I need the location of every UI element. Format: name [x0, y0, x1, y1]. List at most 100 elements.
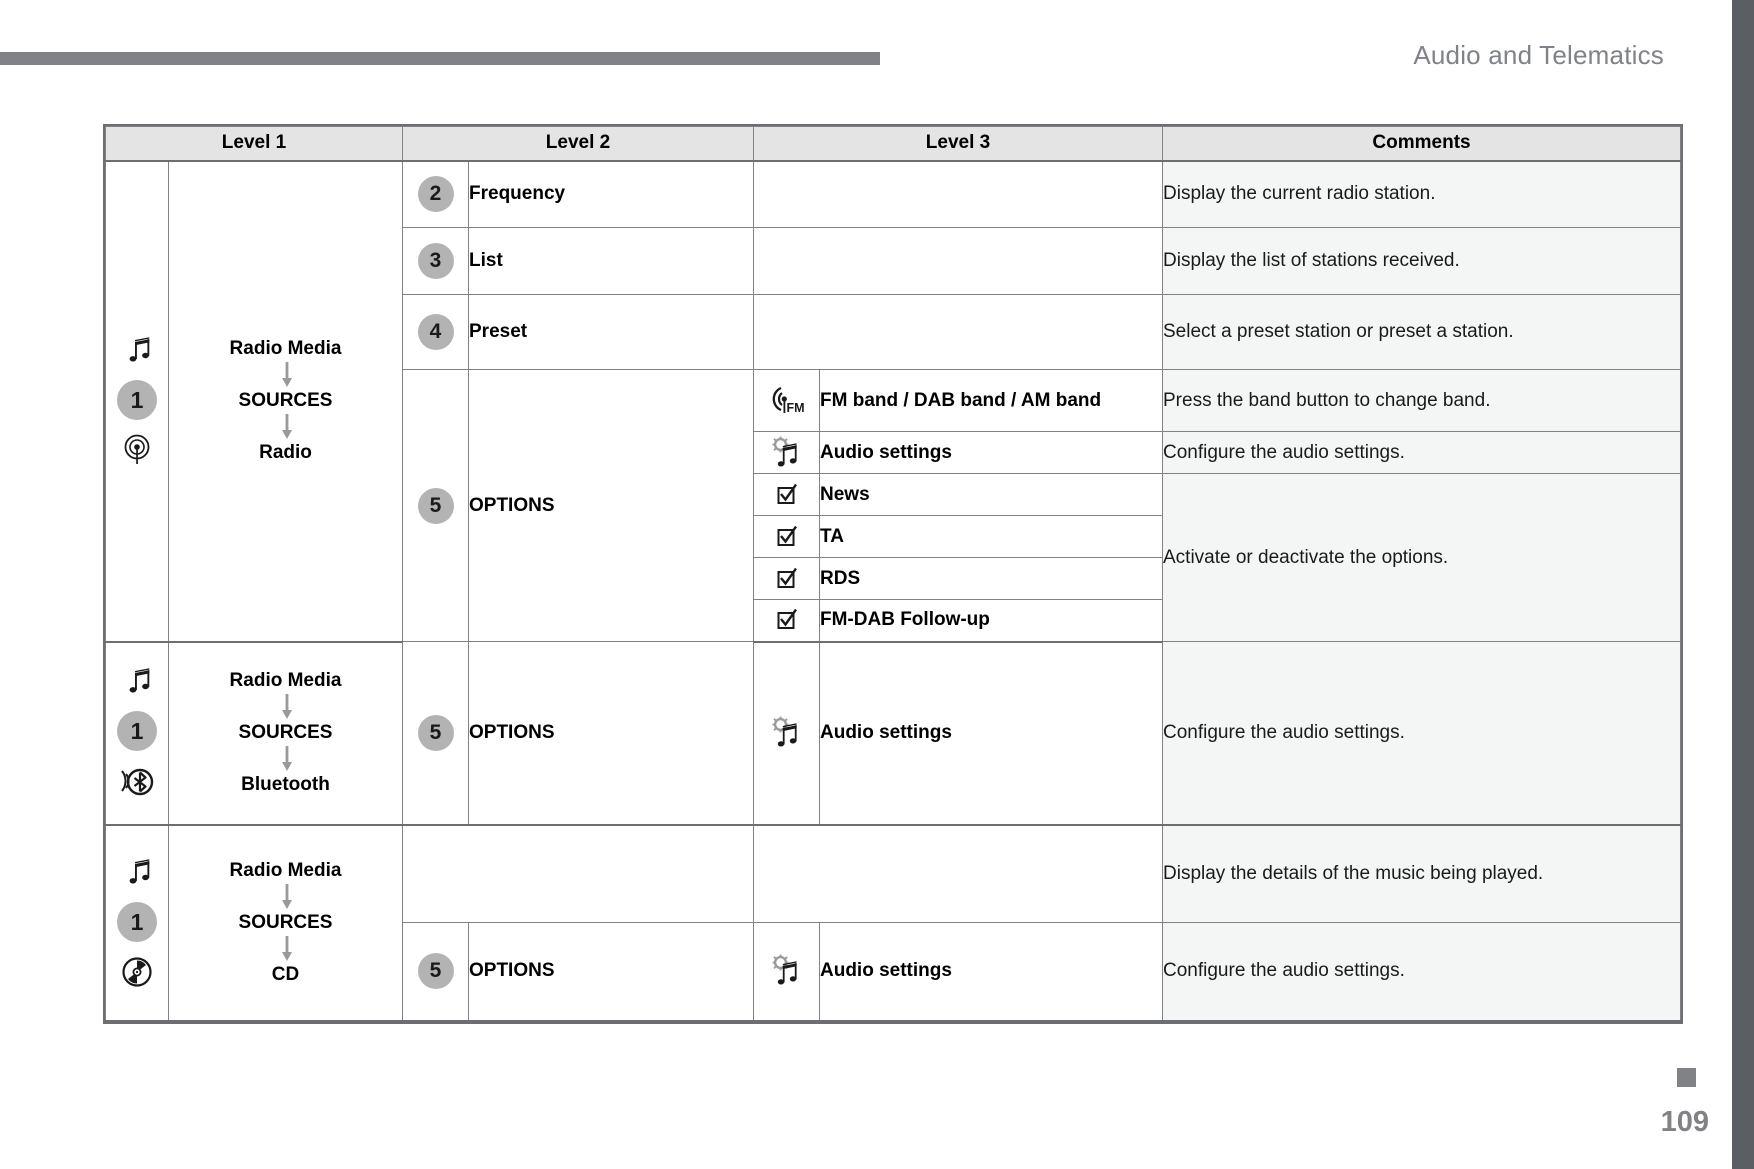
level2-label-preset[interactable]: Preset	[468, 294, 754, 370]
level1-flow-cell-radio: Radio Media SOURCES Radio	[168, 160, 403, 643]
flow-arrow-icon	[281, 414, 292, 440]
flow-step: Radio Media	[229, 670, 342, 691]
page-title: Audio and Telematics	[1413, 40, 1664, 70]
comment-cell: Select a preset station or preset a stat…	[1162, 294, 1681, 370]
comment-cell: Display the list of stations received.	[1162, 227, 1681, 295]
audio-settings-icon-cell	[753, 922, 820, 1022]
table-body: 1 Radio Media SOURCES Radio 2 Frequency …	[105, 160, 1681, 1022]
svg-text:FM: FM	[786, 401, 804, 415]
level2-step-badge[interactable]: 5	[417, 953, 454, 990]
comment-cell: Configure the audio settings.	[1162, 431, 1681, 474]
checkbox-icon	[776, 483, 798, 504]
level3-label-audio-settings[interactable]: Audio settings	[819, 922, 1163, 1022]
level3-empty-cell	[753, 294, 1163, 370]
level2-label-frequency[interactable]: Frequency	[468, 160, 754, 228]
audio-settings-icon-cell	[753, 431, 820, 474]
right-edge-bar	[1732, 0, 1754, 1169]
menu-table-wrapper: Level 1 Level 2 Level 3 Comments 1 Radio…	[103, 124, 1683, 1024]
level2-label-list[interactable]: List	[468, 227, 754, 295]
source-badge-number: 1	[117, 711, 157, 751]
level2-step-badge[interactable]: 4	[417, 314, 454, 350]
footer-marker-square	[1677, 1068, 1696, 1087]
level3-label-audio-settings[interactable]: Audio settings	[819, 431, 1163, 474]
level1-flow-bluetooth: Radio Media SOURCES Bluetooth	[169, 668, 402, 798]
flow-step: CD	[271, 963, 300, 985]
flow-arrow-icon	[281, 362, 292, 388]
fm-band-icon: FM	[767, 386, 807, 415]
flow-step: SOURCES	[238, 390, 333, 411]
level2-step-badge[interactable]: 5	[417, 487, 454, 524]
checkbox-icon-cell-rds	[753, 557, 820, 600]
flow-arrow-icon	[281, 694, 292, 720]
level3-empty-cell	[753, 160, 1163, 228]
source-badge-number: 1	[117, 380, 157, 420]
level1-flow-cd: Radio Media SOURCES CD	[169, 858, 402, 988]
source-icon-cell-bluetooth: 1	[105, 641, 169, 826]
table-row: 1	[105, 160, 1681, 643]
level1-flow-cell-cd: Radio Media SOURCES CD	[168, 824, 403, 1022]
level2-step-badge[interactable]: 2	[417, 176, 454, 213]
source-icon-cell-cd: 1	[105, 824, 169, 1022]
flow-arrow-icon	[281, 746, 292, 772]
level3-label-rds[interactable]: RDS	[819, 557, 1163, 600]
level2-badge-cell: 5	[402, 922, 469, 1022]
level2-step-badge[interactable]: 3	[417, 243, 454, 279]
music-note-icon	[124, 667, 151, 697]
column-header-level1: Level 1	[105, 126, 403, 162]
level2-label-options[interactable]: OPTIONS	[468, 369, 754, 642]
level2-badge-cell: 5	[402, 641, 469, 826]
checkbox-icon-cell-ta	[753, 515, 820, 558]
level2-step-badge[interactable]: 5	[417, 714, 454, 751]
source-badge-number: 1	[117, 901, 157, 942]
flow-step: Radio	[259, 442, 312, 463]
source-icon-stack: 1	[106, 336, 168, 466]
column-header-comments: Comments	[1162, 126, 1681, 162]
comment-cell: Display the details of the music being p…	[1162, 824, 1681, 923]
flow-step: SOURCES	[238, 722, 333, 743]
level2-label-options[interactable]: OPTIONS	[468, 641, 754, 826]
level3-label-fm-dab-follow-up[interactable]: FM-DAB Follow-up	[819, 599, 1163, 643]
column-header-level2: Level 2	[402, 126, 754, 162]
table-head: Level 1 Level 2 Level 3 Comments	[105, 126, 1681, 162]
comment-cell: Configure the audio settings.	[1162, 922, 1681, 1022]
flow-arrow-icon	[281, 935, 292, 962]
music-note-icon	[124, 336, 151, 366]
top-rule-bar	[0, 52, 880, 65]
flow-step: Radio Media	[229, 338, 342, 359]
radio-antenna-icon	[122, 434, 152, 466]
checkbox-icon	[776, 525, 798, 546]
level2-label-options[interactable]: OPTIONS	[468, 922, 754, 1022]
cd-disc-icon	[121, 956, 153, 988]
page-root: Audio and Telematics 109 Level 1 Level 2…	[0, 0, 1754, 1169]
flow-step: SOURCES	[238, 911, 333, 933]
level3-label-audio-settings[interactable]: Audio settings	[819, 641, 1163, 826]
header-row: Level 1 Level 2 Level 3 Comments	[105, 126, 1681, 162]
comment-cell: Display the current radio station.	[1162, 160, 1681, 228]
level3-label-ta[interactable]: TA	[819, 515, 1163, 558]
bluetooth-icon	[118, 765, 156, 799]
level3-label-news[interactable]: News	[819, 473, 1163, 516]
audio-settings-icon	[770, 716, 804, 747]
level2-badge-cell: 3	[402, 227, 469, 295]
page-number: 109	[1660, 1106, 1709, 1138]
audio-settings-icon	[770, 436, 804, 466]
source-icon-stack: 1	[106, 667, 168, 799]
level3-empty-cell	[753, 824, 1163, 923]
audio-settings-icon-cell	[753, 641, 820, 826]
music-note-icon	[124, 858, 151, 888]
level2-badge-cell: 2	[402, 160, 469, 228]
checkbox-icon	[776, 609, 798, 630]
checkbox-icon-cell-fmdab	[753, 599, 820, 643]
comment-cell: Configure the audio settings.	[1162, 641, 1681, 826]
level2-badge-cell: 5	[402, 369, 469, 642]
comment-cell: Press the band button to change band.	[1162, 369, 1681, 432]
level3-empty-cell	[753, 227, 1163, 295]
source-icon-stack: 1	[106, 858, 168, 988]
flow-step: Bluetooth	[241, 774, 330, 795]
audio-settings-icon	[770, 954, 804, 985]
level2-badge-cell: 4	[402, 294, 469, 370]
fm-band-icon-cell: FM	[753, 369, 820, 432]
table-row: 1	[105, 641, 1681, 826]
level3-label-fm-band[interactable]: FM band / DAB band / AM band	[819, 369, 1163, 432]
column-header-level3: Level 3	[753, 126, 1163, 162]
